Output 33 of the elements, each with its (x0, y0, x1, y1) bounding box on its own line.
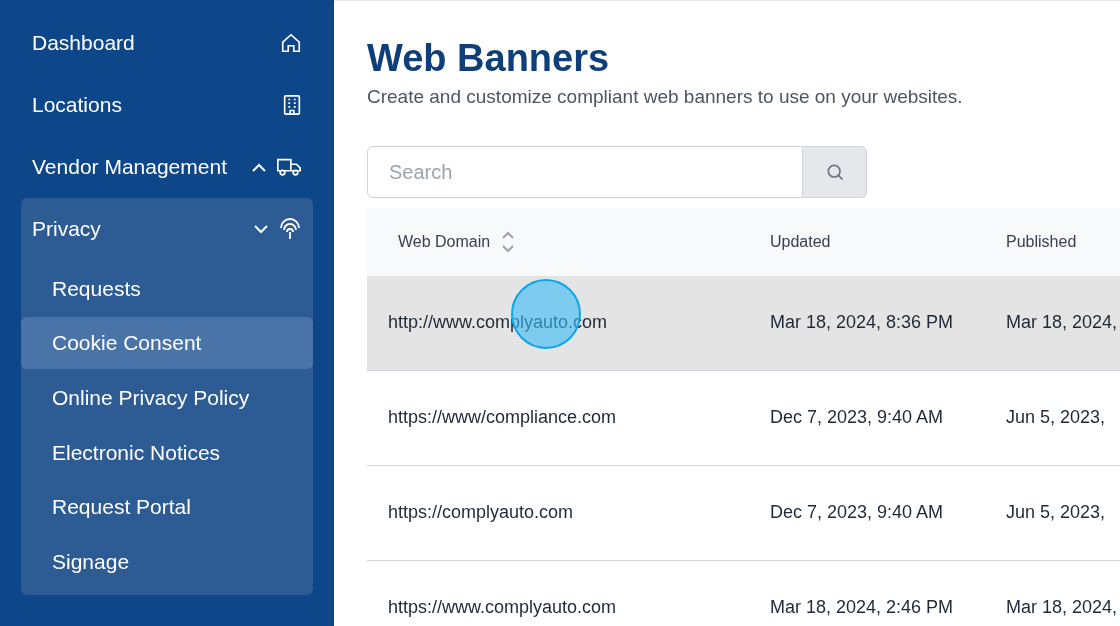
submenu-item[interactable]: Request Portal (21, 480, 313, 533)
sort-icon[interactable] (502, 230, 515, 253)
table-cell-text: https://complyauto.com (387, 501, 575, 524)
sidebar-item-label[interactable]: Dashboard (32, 27, 280, 59)
table-cell-text: Jun 5, 2023, (1006, 406, 1107, 429)
submenu-item[interactable]: Cookie Consent (21, 317, 313, 370)
submenu-item[interactable]: Requests (21, 262, 313, 315)
table-cell-text: Mar 18, 2024, (1006, 596, 1119, 619)
table-cell-text: Mar 18, 2024, 8:36 PM (770, 311, 955, 334)
search-button[interactable] (803, 145, 867, 198)
submenu-item[interactable]: Electronic Notices (21, 426, 313, 479)
table-cell-text: https://www/compliance.com (387, 406, 618, 429)
table-cell-text: Mar 18, 2024, 2:46 PM (770, 596, 955, 619)
sidebar-item-label[interactable]: Privacy (32, 213, 254, 245)
column-header: Updated (770, 231, 831, 252)
submenu-item[interactable]: Online Privacy Policy (21, 371, 313, 424)
truck-icon (276, 156, 302, 178)
table-cell-text: Jun 5, 2023, (1006, 501, 1107, 524)
building-icon (282, 94, 302, 116)
table-cell-text: Dec 7, 2023, 9:40 AM (770, 501, 945, 524)
column-header[interactable]: Web Domain (398, 229, 491, 254)
page-title: Web Banners (367, 36, 611, 81)
home-icon (280, 32, 302, 54)
page-subtitle: Create and customize compliant web banners to use on your websites. (367, 85, 964, 109)
search-field[interactable]: Search (367, 145, 803, 198)
sidebar-item-label[interactable]: Vendor Management (32, 151, 252, 183)
sidebar-item-label[interactable]: Locations (32, 89, 282, 121)
table-cell-text: https://www.complyauto.com (387, 596, 618, 619)
signal-icon (278, 218, 302, 240)
table-cell-text: Dec 7, 2023, 9:40 AM (770, 406, 945, 429)
submenu-item[interactable]: Signage (21, 535, 313, 588)
table-cell-text: Mar 18, 2024, (1006, 311, 1119, 334)
column-header: Published (1006, 231, 1077, 252)
